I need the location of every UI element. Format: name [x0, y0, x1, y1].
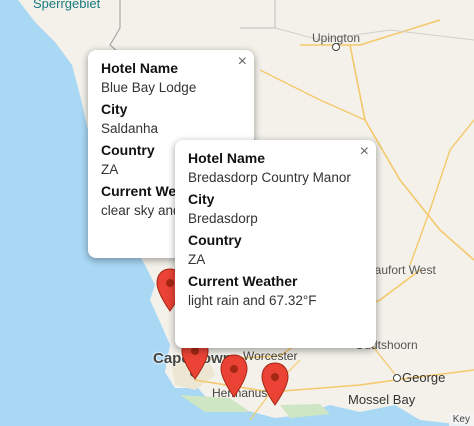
close-icon[interactable]: × [360, 144, 369, 160]
george-label: George [402, 370, 446, 385]
country-label: Country [188, 232, 242, 248]
current-weather-label: Current Weather [188, 273, 298, 289]
city-label: City [101, 101, 128, 117]
city-value: Bredasdorp [188, 211, 258, 226]
hotel-name-value: Blue Bay Lodge [101, 80, 197, 95]
george-dot [393, 374, 401, 382]
hotel-name-label: Hotel Name [101, 60, 179, 76]
worcester-label: Worcester [243, 349, 298, 363]
keyboard-shortcuts-link[interactable]: Key [448, 413, 474, 426]
close-icon[interactable]: × [238, 54, 247, 70]
city-value: Saldanha [101, 121, 159, 136]
hotel-name-value: Bredasdorp Country Manor [188, 170, 351, 185]
country-value: ZA [188, 252, 206, 267]
hotel-name-label: Hotel Name [188, 150, 266, 166]
map-marker-icon[interactable] [220, 354, 248, 398]
upington-label: Upington [312, 31, 361, 45]
sperrgebiet-label: Sperrgebiet [33, 0, 101, 11]
map-marker-icon[interactable] [261, 362, 289, 406]
mossel-bay-label: Mossel Bay [348, 392, 416, 407]
city-label: City [188, 191, 215, 207]
info-window-bredasdorp: × Hotel Name Bredasdorp Country Manor Ci… [175, 140, 376, 348]
map-canvas[interactable]: Sperrgebiet Upington Beaufort West Oudts… [0, 0, 474, 426]
current-weather-value: light rain and 67.32°F [188, 293, 317, 308]
